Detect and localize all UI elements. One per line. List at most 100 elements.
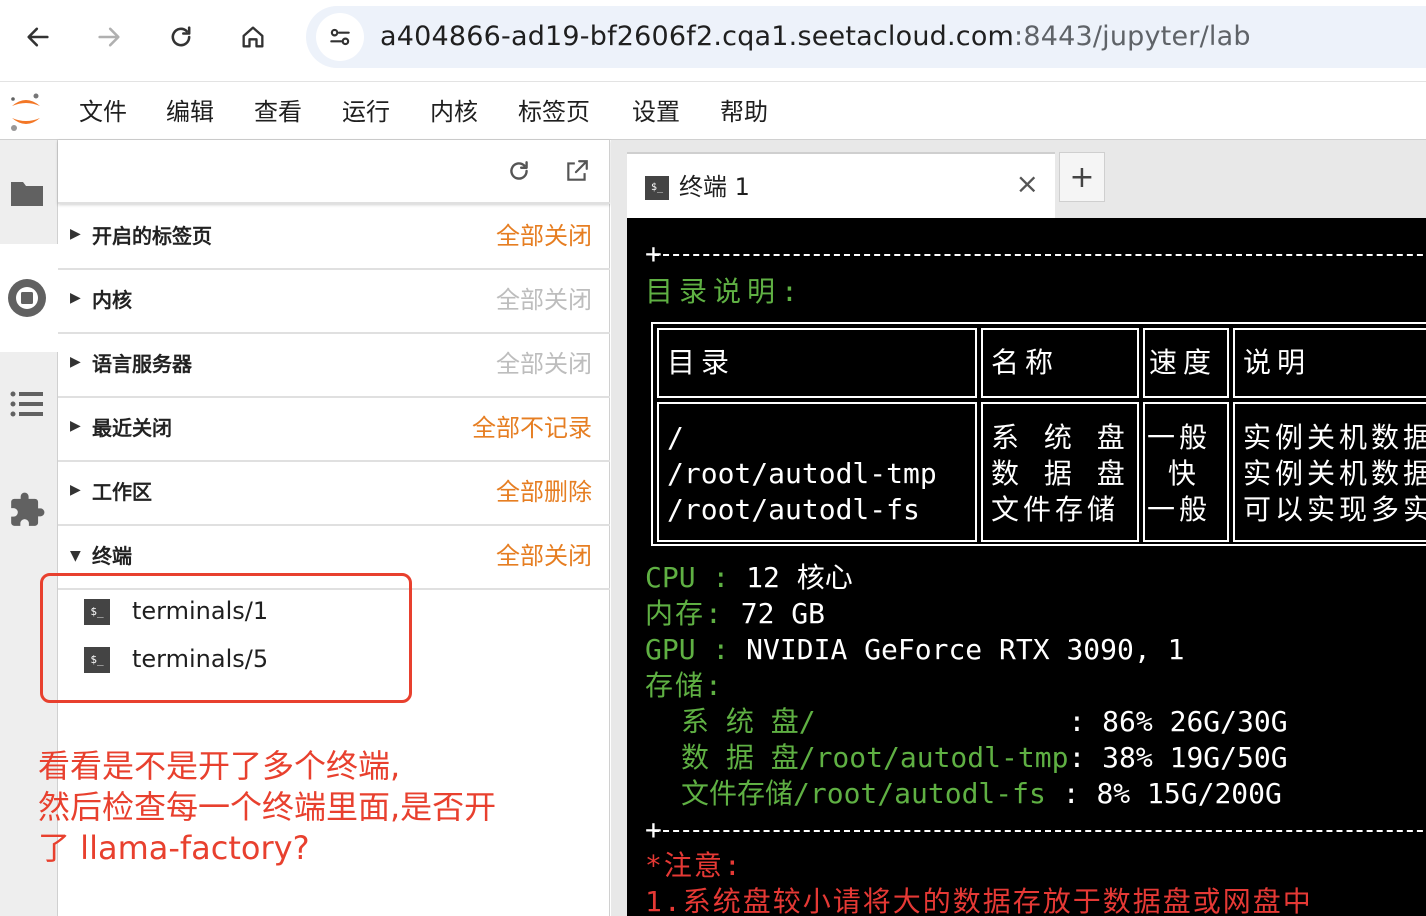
header-text: 速度 bbox=[1149, 346, 1218, 379]
forget-all-button[interactable]: 全部不记录 bbox=[472, 412, 592, 444]
section-title: 工作区 bbox=[92, 480, 152, 504]
table-header-cell: 速度 bbox=[1143, 328, 1229, 398]
cell-text: 系 统 盘 bbox=[991, 421, 1129, 454]
storage-sep: : bbox=[815, 705, 1086, 738]
header-text: 目录 bbox=[667, 346, 736, 379]
cell-text: 可以实现多实 bbox=[1243, 493, 1426, 526]
reload-button[interactable] bbox=[158, 14, 204, 60]
storage-sep: : bbox=[1045, 777, 1080, 810]
reload-icon bbox=[171, 26, 191, 47]
jupyter-menubar: 文件 编辑 查看 运行 内核 标签页 设置 帮助 bbox=[0, 82, 1426, 140]
section-kernels[interactable]: ▶ 内核 全部关闭 bbox=[58, 270, 610, 334]
extension-manager-tab[interactable] bbox=[7, 490, 47, 530]
home-icon bbox=[242, 26, 264, 48]
menu-help[interactable]: 帮助 bbox=[720, 96, 768, 128]
caret-right-icon: ▶ bbox=[70, 226, 81, 242]
menu-run[interactable]: 运行 bbox=[342, 96, 390, 128]
running-sessions-tab[interactable] bbox=[7, 278, 47, 318]
annotation-text: 看看是不是开了多个终端, 然后检查每一个终端里面,是否开 了 llama-fac… bbox=[38, 746, 496, 869]
list-icon bbox=[10, 391, 43, 417]
note-heading: *注意: bbox=[645, 849, 743, 882]
table-header-cell: 目录 bbox=[657, 328, 977, 398]
section-language-servers[interactable]: ▶ 语言服务器 全部关闭 bbox=[58, 334, 610, 398]
shut-down-all-terminals-button[interactable]: 全部关闭 bbox=[496, 540, 592, 572]
jupyter-logo-icon bbox=[11, 93, 40, 131]
menu-kernel[interactable]: 内核 bbox=[430, 96, 478, 128]
forward-button[interactable] bbox=[86, 14, 132, 60]
dir-table: 目录 名称 速度 说明 / /root/autodl-tmp /root/aut… bbox=[651, 322, 1426, 546]
cell-text: 实例关机数据 bbox=[1243, 421, 1426, 454]
storage-name: 数 据 盘/root/autodl-tmp bbox=[681, 741, 1069, 774]
gpu-value: NVIDIA GeForce RTX 3090, 1 bbox=[729, 633, 1185, 666]
caret-right-icon: ▶ bbox=[70, 418, 81, 434]
close-icon[interactable]: × bbox=[1016, 168, 1039, 200]
caret-right-icon: ▶ bbox=[70, 482, 81, 498]
menu-file[interactable]: 文件 bbox=[79, 96, 127, 128]
home-button[interactable] bbox=[230, 14, 276, 60]
storage-sep: : bbox=[1068, 741, 1086, 774]
menu-tabs[interactable]: 标签页 bbox=[518, 96, 590, 128]
header-text: 说明 bbox=[1243, 346, 1312, 379]
arrow-right-icon bbox=[98, 27, 120, 47]
menu-view[interactable]: 查看 bbox=[254, 96, 302, 128]
section-title: 最近关闭 bbox=[92, 416, 172, 440]
table-cell: 实例关机数据 实例关机数据 可以实现多实 bbox=[1233, 402, 1426, 542]
table-cell: 一般 快 一般 bbox=[1143, 402, 1229, 542]
table-of-contents-tab[interactable] bbox=[7, 384, 47, 424]
url-text: a404866-ad19-bf2606f2.cqa1.seetacloud.co… bbox=[380, 20, 1251, 54]
rule-line bbox=[653, 830, 1426, 832]
refresh-button[interactable] bbox=[504, 156, 534, 186]
menu-settings[interactable]: 设置 bbox=[632, 96, 680, 128]
annotation-line: 了 llama-factory? bbox=[38, 829, 310, 867]
annotation-line: 看看是不是开了多个终端, bbox=[38, 747, 401, 785]
cell-text: 一般 bbox=[1147, 493, 1212, 526]
shut-down-all-servers-button: 全部关闭 bbox=[496, 350, 592, 378]
url-host: a404866-ad19-bf2606f2.cqa1.seetacloud.co… bbox=[380, 21, 1015, 52]
storage-row: 文件存储/root/autodl-fs : 8% 15G/200G bbox=[681, 776, 1282, 812]
section-recently-closed[interactable]: ▶ 最近关闭 全部不记录 bbox=[58, 398, 610, 462]
site-settings-button[interactable] bbox=[316, 13, 364, 61]
caret-down-icon: ▼ bbox=[70, 548, 81, 564]
stop-circle-icon bbox=[8, 279, 46, 317]
storage-usage: 86% 26G/30G bbox=[1085, 705, 1288, 738]
close-all-tabs-button[interactable]: 全部关闭 bbox=[496, 220, 592, 252]
arrow-left-icon bbox=[27, 27, 49, 47]
refresh-icon bbox=[510, 161, 528, 180]
cell-text: 文件存储 bbox=[991, 493, 1120, 526]
back-button[interactable] bbox=[15, 14, 61, 60]
storage-name: 系 统 盘/ bbox=[681, 705, 816, 738]
dir-heading: 目录说明: bbox=[645, 275, 804, 308]
main-dock-area: $_ 终端 1 × + + 目录说明: 目录 名称 速度 说明 / /root/… bbox=[611, 140, 1426, 916]
memory-line: 内存: 72 GB bbox=[645, 596, 825, 632]
cpu-label: CPU : bbox=[645, 561, 730, 594]
cell-text: /root/autodl-tmp bbox=[667, 457, 937, 490]
tab-terminal-1[interactable]: $_ 终端 1 × bbox=[627, 152, 1055, 218]
storage-row: 数 据 盘/root/autodl-tmp: 38% 19G/50G bbox=[681, 740, 1288, 776]
url-path: :8443/jupyter/lab bbox=[1014, 21, 1251, 52]
shut-down-all-kernels-button: 全部关闭 bbox=[496, 286, 592, 314]
section-open-tabs[interactable]: ▶ 开启的标签页 全部关闭 bbox=[58, 206, 610, 270]
browser-toolbar: a404866-ad19-bf2606f2.cqa1.seetacloud.co… bbox=[0, 0, 1426, 82]
folder-icon bbox=[11, 182, 43, 206]
gpu-label: GPU : bbox=[645, 633, 730, 666]
new-launcher-button[interactable]: + bbox=[1059, 152, 1105, 202]
storage-usage: 38% 19G/50G bbox=[1085, 741, 1288, 774]
caret-right-icon: ▶ bbox=[70, 290, 81, 306]
panel-toolbar bbox=[58, 140, 610, 204]
section-title: 内核 bbox=[92, 288, 132, 312]
rule-plus: + bbox=[645, 813, 662, 846]
menu-edit[interactable]: 编辑 bbox=[166, 96, 214, 128]
delete-all-workspaces-button[interactable]: 全部删除 bbox=[496, 476, 592, 508]
puzzle-icon bbox=[11, 492, 45, 526]
open-external-button[interactable] bbox=[562, 156, 592, 186]
table-header-cell: 说明 bbox=[1233, 328, 1426, 398]
file-browser-tab[interactable] bbox=[7, 172, 47, 212]
cpu-line: CPU : 12 核心 bbox=[645, 560, 853, 596]
section-workspaces[interactable]: ▶ 工作区 全部删除 bbox=[58, 462, 610, 526]
header-text: 名称 bbox=[991, 346, 1060, 379]
terminal-output[interactable]: + 目录说明: 目录 名称 速度 说明 / /root/autodl-tmp /… bbox=[627, 218, 1426, 916]
section-title: 语言服务器 bbox=[92, 352, 192, 376]
address-bar[interactable]: a404866-ad19-bf2606f2.cqa1.seetacloud.co… bbox=[306, 6, 1426, 68]
cell-text: / bbox=[667, 421, 684, 454]
section-title: 开启的标签页 bbox=[92, 224, 212, 248]
